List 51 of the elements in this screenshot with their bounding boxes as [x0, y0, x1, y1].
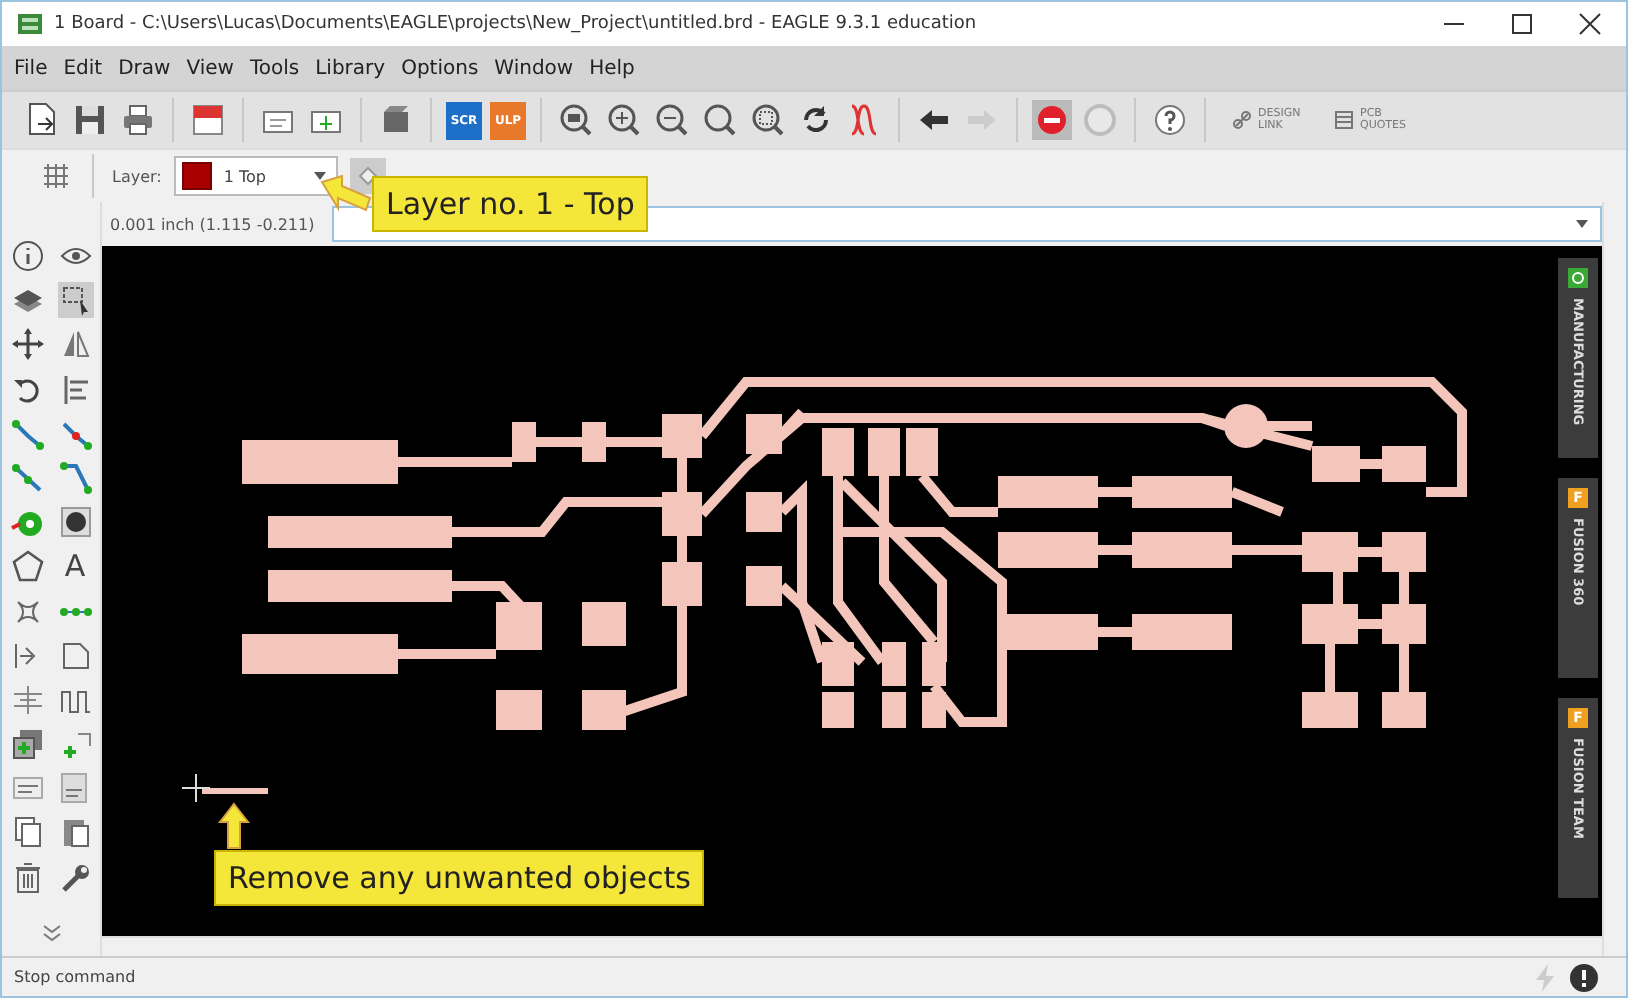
menu-item[interactable]: Edit: [63, 57, 103, 79]
caret-icon: [1576, 220, 1588, 228]
close-icon[interactable]: [1578, 12, 1602, 36]
copy-icon[interactable]: [9, 814, 45, 851]
coordinates-readout: 0.001 inch (1.115 -0.211): [108, 215, 317, 233]
polygon-icon[interactable]: [9, 548, 45, 585]
menu-item[interactable]: Options: [401, 57, 479, 79]
layer-label: Layer:: [112, 167, 162, 185]
menu-item[interactable]: Help: [589, 57, 635, 79]
info-icon[interactable]: [9, 238, 45, 274]
menu-item[interactable]: Tools: [249, 57, 300, 79]
annotation-tooltip: Remove any unwanted objects: [214, 850, 705, 906]
alert-icon[interactable]: [1570, 963, 1598, 991]
caret-icon: [313, 172, 326, 180]
add-part-icon[interactable]: [9, 726, 45, 763]
zoom-select-icon[interactable]: [748, 100, 788, 140]
link-icon: [1232, 110, 1252, 130]
hole-icon[interactable]: [57, 504, 93, 541]
zoom-last-icon[interactable]: [700, 100, 740, 140]
manufacturing-icon: [1568, 268, 1588, 288]
lightning-icon: [1534, 963, 1558, 991]
wrench-icon[interactable]: [57, 859, 93, 896]
zoom-in-icon[interactable]: [604, 100, 644, 140]
document-icon: [1334, 110, 1354, 130]
zoom-fit-icon[interactable]: [556, 100, 596, 140]
move-icon[interactable]: [9, 326, 45, 363]
menu-item[interactable]: Library: [315, 57, 386, 79]
help-icon[interactable]: [1150, 100, 1190, 140]
split-icon[interactable]: [9, 459, 45, 496]
menu-item[interactable]: View: [186, 57, 234, 79]
maximize-icon[interactable]: [1510, 12, 1534, 36]
crosshair-cursor: [181, 773, 211, 803]
zoom-out-icon[interactable]: [652, 100, 692, 140]
text-tool-button[interactable]: A: [64, 548, 86, 585]
save-icon[interactable]: [70, 100, 110, 140]
status-text: Stop command: [14, 968, 136, 986]
select-icon[interactable]: [57, 282, 93, 319]
print-icon[interactable]: [118, 100, 158, 140]
callout-arrow: [218, 802, 250, 850]
route-icon[interactable]: [9, 415, 45, 452]
grid-icon[interactable]: [38, 158, 74, 194]
menu-item[interactable]: Window: [494, 57, 574, 79]
menu-item[interactable]: Draw: [118, 57, 171, 79]
layer-dropdown[interactable]: 1 Top: [173, 156, 338, 196]
double-chevron-icon[interactable]: [41, 924, 61, 944]
window-title: 1 Board - C:\Users\Lucas\Documents\EAGLE\projects\New_Project\untitled.brd - EAGLE 9.3.1 education: [54, 14, 979, 34]
stop-icon[interactable]: [1032, 100, 1072, 140]
schematic-icon[interactable]: [188, 100, 228, 140]
app-icon: [18, 12, 42, 36]
annotation-tooltip: Layer no. 1 - Top: [372, 176, 649, 232]
menu-item[interactable]: File: [14, 57, 48, 79]
